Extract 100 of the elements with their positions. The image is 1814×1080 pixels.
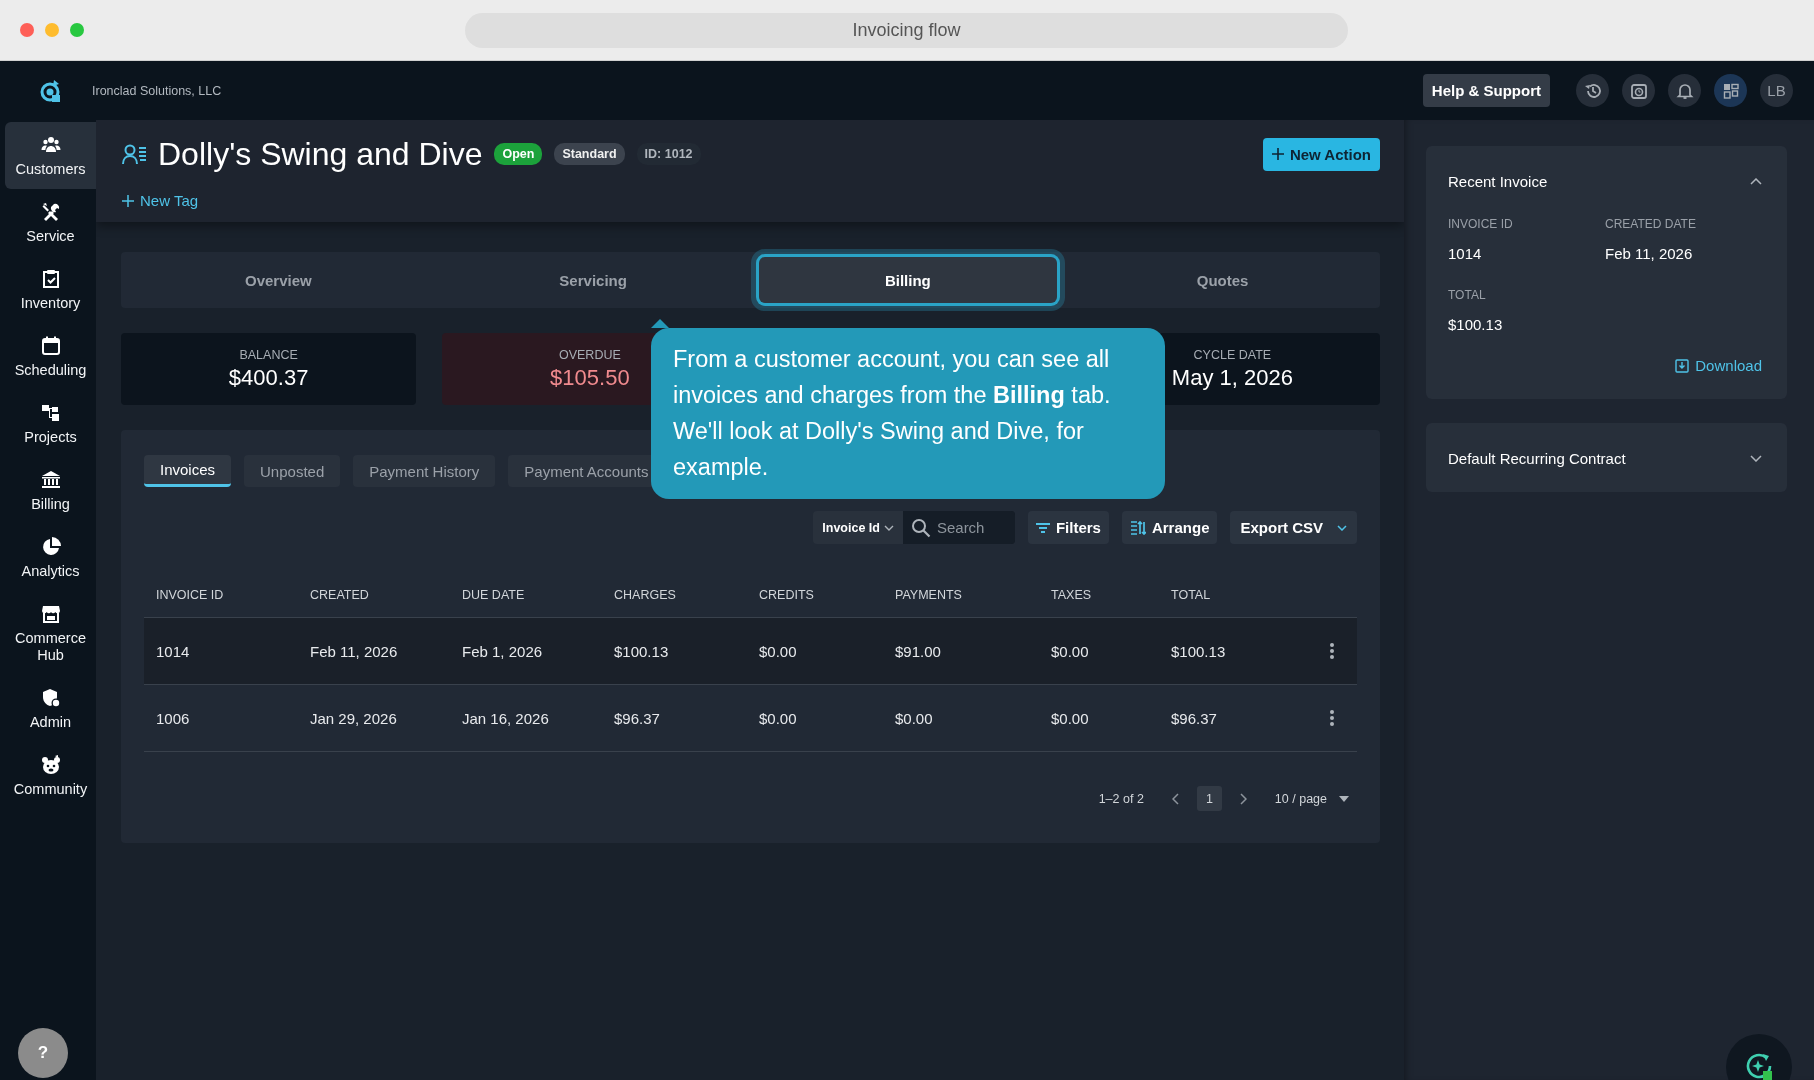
table-cell-text: $100.13	[614, 642, 670, 660]
field-value: $100.13	[1448, 316, 1504, 333]
column-header: CREATED	[310, 587, 370, 602]
storefront-icon	[40, 604, 61, 624]
chevron-down-icon	[1337, 524, 1347, 531]
maximize-window-icon	[70, 23, 84, 37]
chevron-down-icon[interactable]	[1750, 455, 1762, 462]
table-cell-text: Feb 1, 2026	[462, 642, 544, 660]
panel-title: Default Recurring Contract	[1448, 450, 1626, 467]
address-bar[interactable]: Invoicing flow	[465, 12, 1348, 48]
timer-button[interactable]	[1622, 74, 1655, 107]
caret-down-icon	[1339, 795, 1349, 802]
table-cell-text: Feb 11, 2026	[310, 642, 399, 660]
table-cell-text: $100.13	[1171, 642, 1227, 660]
filter-icon	[1035, 522, 1050, 533]
column-header: PAYMENTS	[895, 587, 963, 602]
user-avatar[interactable]: LB	[1760, 74, 1793, 107]
table-cell-text: $0.00	[759, 642, 798, 660]
table-cell-text: Jan 16, 2026	[462, 709, 550, 727]
search-icon	[910, 518, 931, 538]
dashboard-icon	[1721, 81, 1740, 100]
new-action-button[interactable]: New Action	[1262, 137, 1380, 171]
sidebar-item[interactable]: Commerce Hub	[5, 591, 96, 675]
table-cell-text: $96.37	[1171, 709, 1218, 727]
column-header: CREDITS	[759, 587, 815, 602]
invoice-tab[interactable]: Payment History	[353, 455, 496, 487]
column-header: TAXES	[1051, 587, 1093, 602]
invoice-tab[interactable]: Invoices	[144, 455, 232, 487]
table-cell-text: $91.00	[895, 642, 942, 660]
notifications-button[interactable]	[1668, 74, 1701, 107]
dashboard-button[interactable]	[1714, 74, 1747, 107]
sidebar-item[interactable]: Service	[5, 189, 96, 256]
column-header: CHARGES	[614, 587, 677, 602]
page-number[interactable]: 1	[1196, 786, 1222, 811]
column-header: DUE DATE	[462, 587, 526, 602]
minimize-window-icon	[45, 23, 59, 37]
more-vertical-icon	[1330, 643, 1334, 659]
card-label: OVERDUE	[558, 347, 621, 362]
download-link[interactable]: Download	[1675, 357, 1762, 374]
sidebar-item[interactable]: Community	[5, 742, 96, 809]
card-value: $105.50	[550, 364, 630, 391]
field-label: INVOICE ID	[1448, 217, 1514, 231]
history-icon	[1583, 81, 1602, 100]
close-window-icon	[20, 23, 34, 37]
arrange-button[interactable]: Arrange	[1121, 511, 1218, 544]
tab[interactable]: Overview	[129, 257, 428, 303]
sidebar-item[interactable]: Scheduling	[5, 323, 96, 390]
shield-icon	[40, 688, 61, 708]
card-label: CYCLE DATE	[1193, 347, 1272, 362]
chevron-left-icon	[1171, 792, 1179, 805]
download-icon	[1675, 358, 1690, 373]
customer-id-badge: ID: 1012	[636, 143, 701, 165]
chevron-right-icon	[1239, 792, 1247, 805]
column-header: TOTAL	[1171, 587, 1212, 602]
tab[interactable]: Billing	[758, 257, 1058, 303]
page-range: 1–2 of 2	[1098, 791, 1144, 806]
customer-name: Dolly's Swing and Dive	[158, 135, 483, 173]
sidebar-item[interactable]: Inventory	[5, 256, 96, 323]
tab[interactable]: Servicing	[443, 257, 743, 303]
table-cell-text: 1014	[156, 642, 191, 660]
chevron-up-icon[interactable]	[1750, 178, 1762, 185]
table-row[interactable]: 1014 Feb 11, 2026 Feb 1, 2026 $100.13 $0.00 $91.00 $0.00 $100.13	[144, 617, 1357, 684]
sidebar-item[interactable]: Analytics	[5, 524, 96, 591]
table-cell-text: $0.00	[759, 709, 798, 727]
filters-button[interactable]: Filters	[1027, 511, 1109, 544]
new-tag-link[interactable]: New Tag	[122, 192, 199, 209]
people-icon	[40, 135, 61, 155]
sidebar-item[interactable]: Projects	[5, 390, 96, 457]
sidebar-item[interactable]: Billing	[5, 457, 96, 524]
chevron-down-icon	[883, 524, 894, 531]
search-by-select[interactable]: Invoice Id	[813, 511, 903, 544]
company-name: Ironclad Solutions, LLC	[92, 83, 222, 98]
more-vertical-icon	[1330, 710, 1334, 726]
notifications-icon	[1675, 81, 1694, 100]
sidebar-item[interactable]: Customers	[5, 122, 96, 189]
clipboard-check-icon	[40, 269, 61, 289]
plan-badge: Standard	[554, 143, 625, 165]
sparkle-refresh-icon	[1744, 1052, 1774, 1080]
hierarchy-icon	[40, 403, 61, 423]
customer-list-icon	[122, 143, 148, 165]
table-row[interactable]: 1006 Jan 29, 2026 Jan 16, 2026 $96.37 $0.00 $0.00 $0.00 $96.37	[144, 684, 1357, 752]
table-cell-text: 1006	[156, 709, 191, 727]
table-cell-text: $0.00	[1051, 642, 1090, 660]
history-button[interactable]	[1576, 74, 1609, 107]
panel-title: Recent Invoice	[1448, 173, 1548, 190]
calendar-icon	[40, 336, 61, 356]
pie-chart-icon	[40, 537, 61, 557]
tab[interactable]: Quotes	[1073, 257, 1372, 303]
sidebar-item[interactable]: Admin	[5, 675, 96, 742]
export-csv-button[interactable]: Export CSV	[1230, 511, 1357, 544]
help-button[interactable]: Help & Support	[1422, 74, 1550, 107]
card-value: $400.37	[228, 364, 309, 391]
field-value: Feb 11, 2026	[1605, 245, 1694, 262]
table-cell-text: Jan 29, 2026	[310, 709, 398, 727]
tooltip-text: From a customer account, you can see all invoices and charges from the Billing tab. We'll look at Dolly's Swing and Dive, for example.	[673, 345, 1112, 482]
field-value: 1014	[1448, 245, 1483, 262]
page-size-select[interactable]: 10 / page	[1274, 791, 1349, 806]
invoice-tab[interactable]: Unposted	[244, 455, 341, 487]
plus-icon	[122, 194, 134, 207]
bank-icon	[40, 470, 61, 490]
